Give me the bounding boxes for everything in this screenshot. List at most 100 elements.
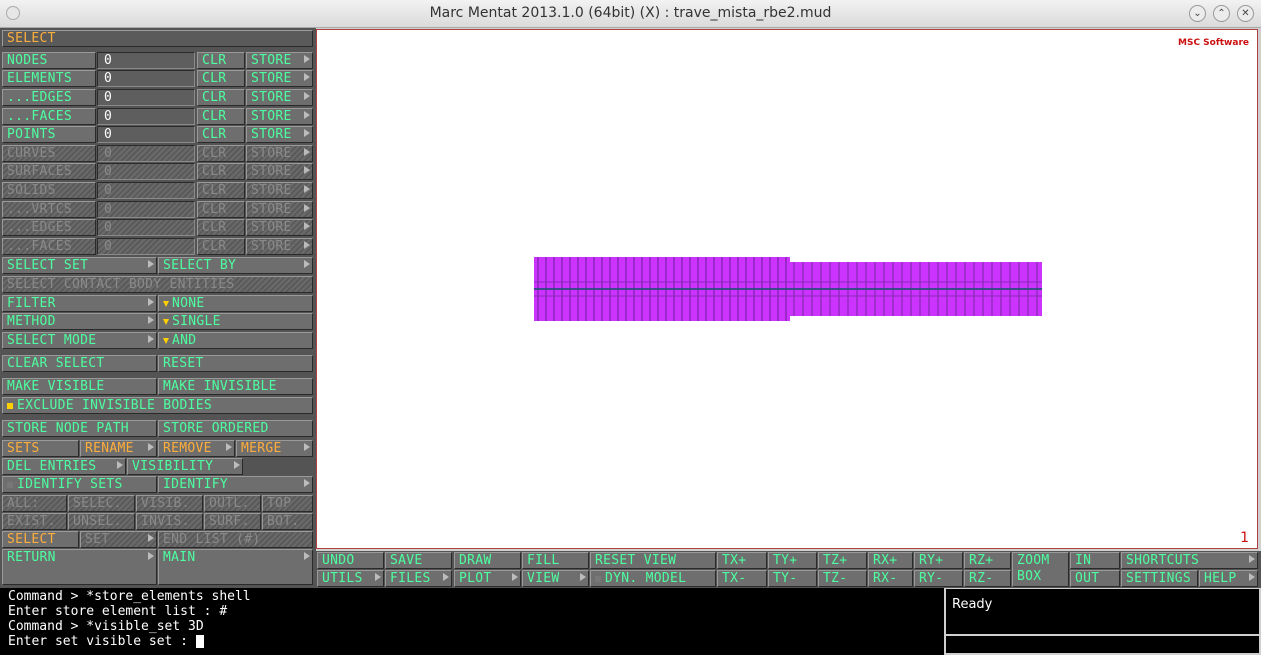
vrtcs-count-field: 0 xyxy=(97,201,195,218)
elements-clr-button[interactable]: CLR xyxy=(197,70,245,87)
unsel-button: UNSEL. xyxy=(68,513,135,530)
nodes-store-button[interactable]: STORE xyxy=(246,52,313,69)
sets-label: SETS xyxy=(2,440,79,457)
store-node-path-button[interactable]: STORE NODE PATH xyxy=(2,420,157,437)
console-line: Enter store element list : # xyxy=(8,604,228,619)
shortcuts-button[interactable]: SHORTCUTS xyxy=(1121,552,1258,569)
solids-clr-button: CLR xyxy=(197,182,245,199)
surfaces-count-field: 0 xyxy=(97,163,195,180)
select-panel: SELECT NODES 0 CLR STORE ELEMENTS 0 CLR STORE..… xyxy=(0,28,316,588)
text-cursor xyxy=(195,635,204,648)
points-store-button[interactable]: STORE xyxy=(246,126,313,143)
reset-button[interactable]: RESET xyxy=(158,355,313,372)
surfaces-store-button: STORE xyxy=(246,163,313,180)
select-set-button[interactable]: SELECT SET xyxy=(2,257,157,274)
dropdown-icon xyxy=(163,337,169,344)
method-label[interactable]: METHOD xyxy=(2,313,157,330)
edges-store-button[interactable]: STORE xyxy=(246,89,313,106)
nodes-label-button[interactable]: NODES xyxy=(2,52,96,69)
surf-button: SURF. xyxy=(204,513,261,530)
curves-store-button: STORE xyxy=(246,145,313,162)
files-button[interactable]: FILES xyxy=(385,570,452,587)
points-clr-button[interactable]: CLR xyxy=(197,126,245,143)
set-button: SET xyxy=(80,531,157,548)
edges-label-button[interactable]: ...EDGES xyxy=(2,89,96,106)
ry-minus-button[interactable]: RY- xyxy=(914,570,963,587)
method-dropdown[interactable]: SINGLE xyxy=(158,313,313,330)
points-count-field: 0 xyxy=(97,126,195,143)
select-mode-label[interactable]: SELECT MODE xyxy=(2,332,157,349)
filter-dropdown[interactable]: NONE xyxy=(158,295,313,312)
surfaces-clr-button: CLR xyxy=(197,163,245,180)
draw-button[interactable]: DRAW xyxy=(454,552,521,569)
tx-plus-button[interactable]: TX+ xyxy=(717,552,767,569)
help-button[interactable]: HELP xyxy=(1199,570,1258,587)
solids-count-field: 0 xyxy=(97,182,195,199)
remove-button[interactable]: REMOVE xyxy=(158,440,235,457)
graphics-viewport[interactable]: MSC Software 1 xyxy=(316,29,1258,549)
curves-clr-button: CLR xyxy=(197,145,245,162)
faces-store-button[interactable]: STORE xyxy=(246,108,313,125)
visibility-button[interactable]: VISIBILITY xyxy=(127,458,243,475)
zoom-box-button[interactable]: ZOOM BOX xyxy=(1012,552,1069,587)
console-input-line[interactable]: Enter set visible set : xyxy=(8,634,936,649)
faces-clr-button[interactable]: CLR xyxy=(197,108,245,125)
tz-plus-button[interactable]: TZ+ xyxy=(818,552,867,569)
identify-button[interactable]: IDENTIFY xyxy=(158,476,313,493)
select-by-button[interactable]: SELECT BY xyxy=(158,257,313,274)
tz-minus-button[interactable]: TZ- xyxy=(818,570,867,587)
rename-button[interactable]: RENAME xyxy=(80,440,157,457)
ty-plus-button[interactable]: TY+ xyxy=(768,552,817,569)
settings-button[interactable]: SETTINGS xyxy=(1121,570,1198,587)
edges-count-field: 0 xyxy=(97,89,195,106)
console-line: Command > *visible_set 3D xyxy=(8,619,204,634)
faces-label-button[interactable]: ...FACES xyxy=(2,108,96,125)
command-console[interactable]: Command > *store_elements shell Enter st… xyxy=(0,588,944,655)
ty-minus-button[interactable]: TY- xyxy=(768,570,817,587)
mesh-model[interactable] xyxy=(532,255,1044,325)
rz-plus-button[interactable]: RZ+ xyxy=(964,552,1011,569)
zoom-in-button[interactable]: IN xyxy=(1070,552,1120,569)
store-ordered-button[interactable]: STORE ORDERED xyxy=(158,420,313,437)
fill-button[interactable]: FILL xyxy=(522,552,589,569)
view-button[interactable]: VIEW xyxy=(522,570,589,587)
save-button[interactable]: SAVE xyxy=(385,552,452,569)
maximize-icon[interactable]: ⌃ xyxy=(1213,5,1230,22)
rx-minus-button[interactable]: RX- xyxy=(868,570,913,587)
undo-button[interactable]: UNDO xyxy=(317,552,384,569)
dropdown-icon xyxy=(163,318,169,325)
zoom-out-button[interactable]: OUT xyxy=(1070,570,1120,587)
make-invisible-button[interactable]: MAKE INVISIBLE xyxy=(158,378,313,395)
clear-select-button[interactable]: CLEAR SELECT xyxy=(2,355,157,372)
merge-button[interactable]: MERGE xyxy=(236,440,313,457)
solids-label-button: SOLIDS xyxy=(2,182,96,199)
main-button[interactable]: MAIN xyxy=(158,549,313,585)
filter-label[interactable]: FILTER xyxy=(2,295,157,312)
all-selec-button: SELEC. xyxy=(68,495,135,512)
rz-minus-button[interactable]: RZ- xyxy=(964,570,1011,587)
make-visible-button[interactable]: MAKE VISIBLE xyxy=(2,378,157,395)
return-button[interactable]: RETURN xyxy=(2,549,157,585)
elements-label-button[interactable]: ELEMENTS xyxy=(2,70,96,87)
points-label-button[interactable]: POINTS xyxy=(2,126,96,143)
exclude-invisible-bodies-toggle[interactable]: EXCLUDE INVISIBLE BODIES xyxy=(2,397,313,414)
minimize-icon[interactable]: ⌄ xyxy=(1189,5,1206,22)
ry-plus-button[interactable]: RY+ xyxy=(914,552,963,569)
edges-clr-button[interactable]: CLR xyxy=(197,89,245,106)
reset-view-button[interactable]: RESET VIEW xyxy=(590,552,716,569)
faces-clr-button: CLR xyxy=(197,238,245,255)
faces-store-button: STORE xyxy=(246,238,313,255)
rx-plus-button[interactable]: RX+ xyxy=(868,552,913,569)
elements-store-button[interactable]: STORE xyxy=(246,70,313,87)
utils-button[interactable]: UTILS xyxy=(317,570,384,587)
nodes-clr-button[interactable]: CLR xyxy=(197,52,245,69)
dyn-model-toggle[interactable]: DYN. MODEL xyxy=(590,570,716,587)
plot-button[interactable]: PLOT xyxy=(454,570,521,587)
all-outl-button: OUTL. xyxy=(204,495,261,512)
del-entries-button[interactable]: DEL ENTRIES xyxy=(2,458,126,475)
tx-minus-button[interactable]: TX- xyxy=(717,570,767,587)
select-mode-dropdown[interactable]: AND xyxy=(158,332,313,349)
close-icon[interactable]: ✕ xyxy=(1237,5,1254,22)
identify-sets-toggle[interactable]: IDENTIFY SETS xyxy=(2,476,157,493)
panel-header: SELECT xyxy=(2,30,313,47)
